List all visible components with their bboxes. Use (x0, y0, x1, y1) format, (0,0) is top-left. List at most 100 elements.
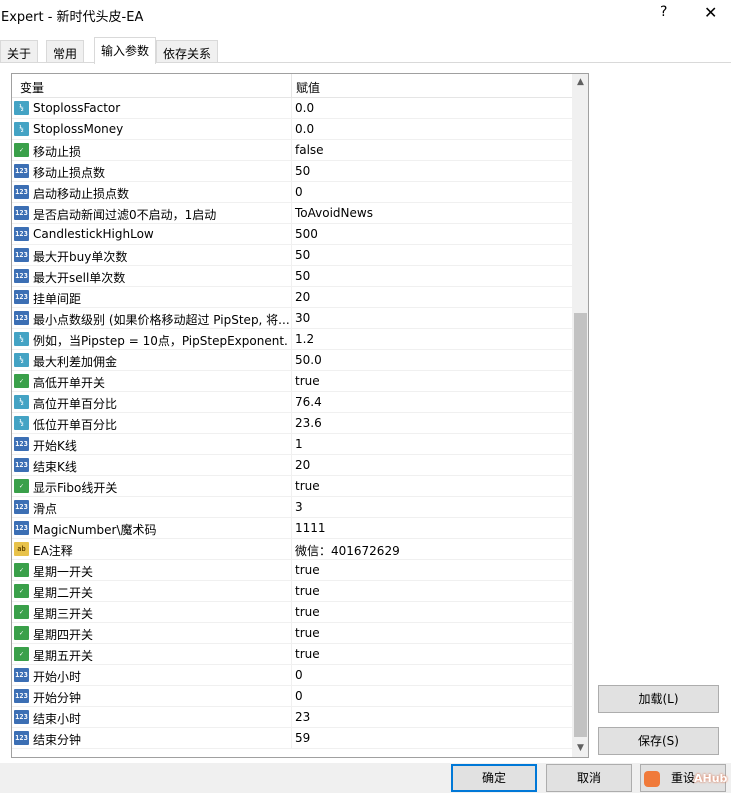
parameter-row[interactable]: 123 最大开sell单次数 50 (12, 266, 572, 287)
parameter-row[interactable]: ½ StoplossMoney 0.0 (12, 119, 572, 140)
parameter-row[interactable]: 123 启动移动止损点数 0 (12, 182, 572, 203)
tab-dependencies[interactable]: 依存关系 (156, 40, 219, 63)
tab-common[interactable]: 常用 (46, 40, 85, 63)
parameter-value[interactable]: 0.0 (295, 101, 314, 115)
parameter-value[interactable]: 0 (295, 668, 303, 682)
column-separator[interactable] (291, 74, 292, 98)
parameter-row[interactable]: 123 滑点 3 (12, 497, 572, 518)
parameter-value[interactable]: 20 (295, 290, 310, 304)
parameter-value[interactable]: true (295, 647, 320, 661)
parameter-name: StoplossMoney (33, 122, 124, 136)
parameter-row[interactable]: 123 CandlestickHighLow 500 (12, 224, 572, 245)
help-button[interactable]: ? (660, 4, 667, 20)
close-button[interactable]: ✕ (704, 3, 717, 22)
parameter-value[interactable]: 微信：401672629 (295, 542, 400, 559)
parameter-row[interactable]: ½ 最大利差加佣金 50.0 (12, 350, 572, 371)
parameter-row[interactable]: ✓ 星期三开关 true (12, 602, 572, 623)
parameter-value[interactable]: 50 (295, 269, 310, 283)
load-button[interactable]: 加载(L) (598, 685, 719, 713)
parameter-value[interactable]: 76.4 (295, 395, 322, 409)
cell-separator (291, 476, 292, 497)
parameter-row[interactable]: ✓ 星期四开关 true (12, 623, 572, 644)
parameter-row[interactable]: ✓ 移动止损 false (12, 140, 572, 161)
cell-separator (291, 350, 292, 371)
tab-about[interactable]: 关于 (0, 40, 39, 63)
parameter-value[interactable]: true (295, 374, 320, 388)
parameter-row[interactable]: ½ 例如，当Pipstep = 10点，PipStepExponent... 1.2 (12, 329, 572, 350)
parameter-value[interactable]: 50.0 (295, 353, 322, 367)
parameter-value[interactable]: 50 (295, 164, 310, 178)
parameter-row[interactable]: ✓ 高低开单开关 true (12, 371, 572, 392)
parameter-name: 最大开buy单次数 (33, 250, 128, 264)
parameter-value[interactable]: ToAvoidNews (295, 206, 373, 220)
parameter-row[interactable]: ✓ 星期二开关 true (12, 581, 572, 602)
parameter-value[interactable]: true (295, 626, 320, 640)
parameter-row[interactable]: 123 移动止损点数 50 (12, 161, 572, 182)
parameter-name: 开始分钟 (33, 691, 82, 705)
parameter-row[interactable]: ✓ 星期五开关 true (12, 644, 572, 665)
parameter-value[interactable]: 1111 (295, 521, 326, 535)
parameter-name: 星期一开关 (33, 565, 94, 579)
parameter-value[interactable]: 0.0 (295, 122, 314, 136)
tab-inputs[interactable]: 输入参数 (94, 37, 157, 64)
parameter-value[interactable]: true (295, 479, 320, 493)
parameter-row[interactable]: 123 MagicNumber\魔术码 1111 (12, 518, 572, 539)
parameter-value[interactable]: 50 (295, 248, 310, 262)
scrollbar-thumb[interactable] (574, 313, 587, 737)
cell-separator (291, 266, 292, 287)
parameter-name: 星期五开关 (33, 649, 94, 663)
parameter-value[interactable]: 0 (295, 185, 303, 199)
int-type-icon: 123 (14, 290, 29, 304)
save-button[interactable]: 保存(S) (598, 727, 719, 755)
parameter-row[interactable]: 123 开始分钟 0 (12, 686, 572, 707)
vertical-scrollbar[interactable]: ▲ ▼ (572, 74, 588, 757)
parameter-name: 星期二开关 (33, 586, 94, 600)
parameter-row[interactable]: ½ 高位开单百分比 76.4 (12, 392, 572, 413)
parameter-value[interactable]: 1 (295, 437, 303, 451)
parameter-name: 是否启动新闻过滤0不启动，1启动 (33, 208, 217, 222)
parameter-value[interactable]: 1.2 (295, 332, 314, 346)
parameter-value[interactable]: 59 (295, 731, 310, 745)
cell-separator (291, 98, 292, 119)
column-header-value[interactable]: 赋值 (296, 79, 320, 96)
parameter-row[interactable]: 123 最小点数级别 (如果价格移动超过 PipStep, 将... 30 (12, 308, 572, 329)
parameter-value[interactable]: 30 (295, 311, 310, 325)
parameter-row[interactable]: 123 结束小时 23 (12, 707, 572, 728)
parameter-row[interactable]: 123 结束分钟 59 (12, 728, 572, 749)
ok-button[interactable]: 确定 (451, 764, 537, 792)
parameter-value[interactable]: true (295, 584, 320, 598)
tab-strip: 关于 常用 输入参数 依存关系 (0, 37, 731, 64)
parameter-row[interactable]: ab EA注释 微信：401672629 (12, 539, 572, 560)
parameter-row[interactable]: 123 最大开buy单次数 50 (12, 245, 572, 266)
parameter-value[interactable]: 3 (295, 500, 303, 514)
parameter-row[interactable]: ½ 低位开单百分比 23.6 (12, 413, 572, 434)
parameter-row[interactable]: 123 是否启动新闻过滤0不启动，1启动 ToAvoidNews (12, 203, 572, 224)
cell-separator (291, 182, 292, 203)
parameter-name: 开始K线 (33, 439, 77, 453)
cell-separator (291, 329, 292, 350)
parameter-row[interactable]: 123 开始K线 1 (12, 434, 572, 455)
parameter-value[interactable]: true (295, 563, 320, 577)
parameter-value[interactable]: false (295, 143, 324, 157)
cell-separator (291, 665, 292, 686)
parameter-value[interactable]: 23.6 (295, 416, 322, 430)
int-type-icon: 123 (14, 710, 29, 724)
scroll-up-arrow-icon[interactable]: ▲ (572, 74, 588, 91)
parameter-row[interactable]: ½ StoplossFactor 0.0 (12, 98, 572, 119)
double-type-icon: ½ (14, 332, 29, 346)
cell-separator (291, 413, 292, 434)
parameter-value[interactable]: 500 (295, 227, 318, 241)
parameter-row[interactable]: 123 开始小时 0 (12, 665, 572, 686)
parameter-value[interactable]: true (295, 605, 320, 619)
parameter-row[interactable]: ✓ 星期一开关 true (12, 560, 572, 581)
column-header-variable[interactable]: 变量 (20, 79, 44, 96)
parameter-row[interactable]: 123 挂单间距 20 (12, 287, 572, 308)
parameter-row[interactable]: 123 结束K线 20 (12, 455, 572, 476)
parameter-value[interactable]: 23 (295, 710, 310, 724)
parameter-value[interactable]: 0 (295, 689, 303, 703)
double-type-icon: ½ (14, 353, 29, 367)
parameter-row[interactable]: ✓ 显示Fibo线开关 true (12, 476, 572, 497)
scroll-down-arrow-icon[interactable]: ▼ (572, 740, 588, 757)
cancel-button[interactable]: 取消 (546, 764, 632, 792)
parameter-value[interactable]: 20 (295, 458, 310, 472)
